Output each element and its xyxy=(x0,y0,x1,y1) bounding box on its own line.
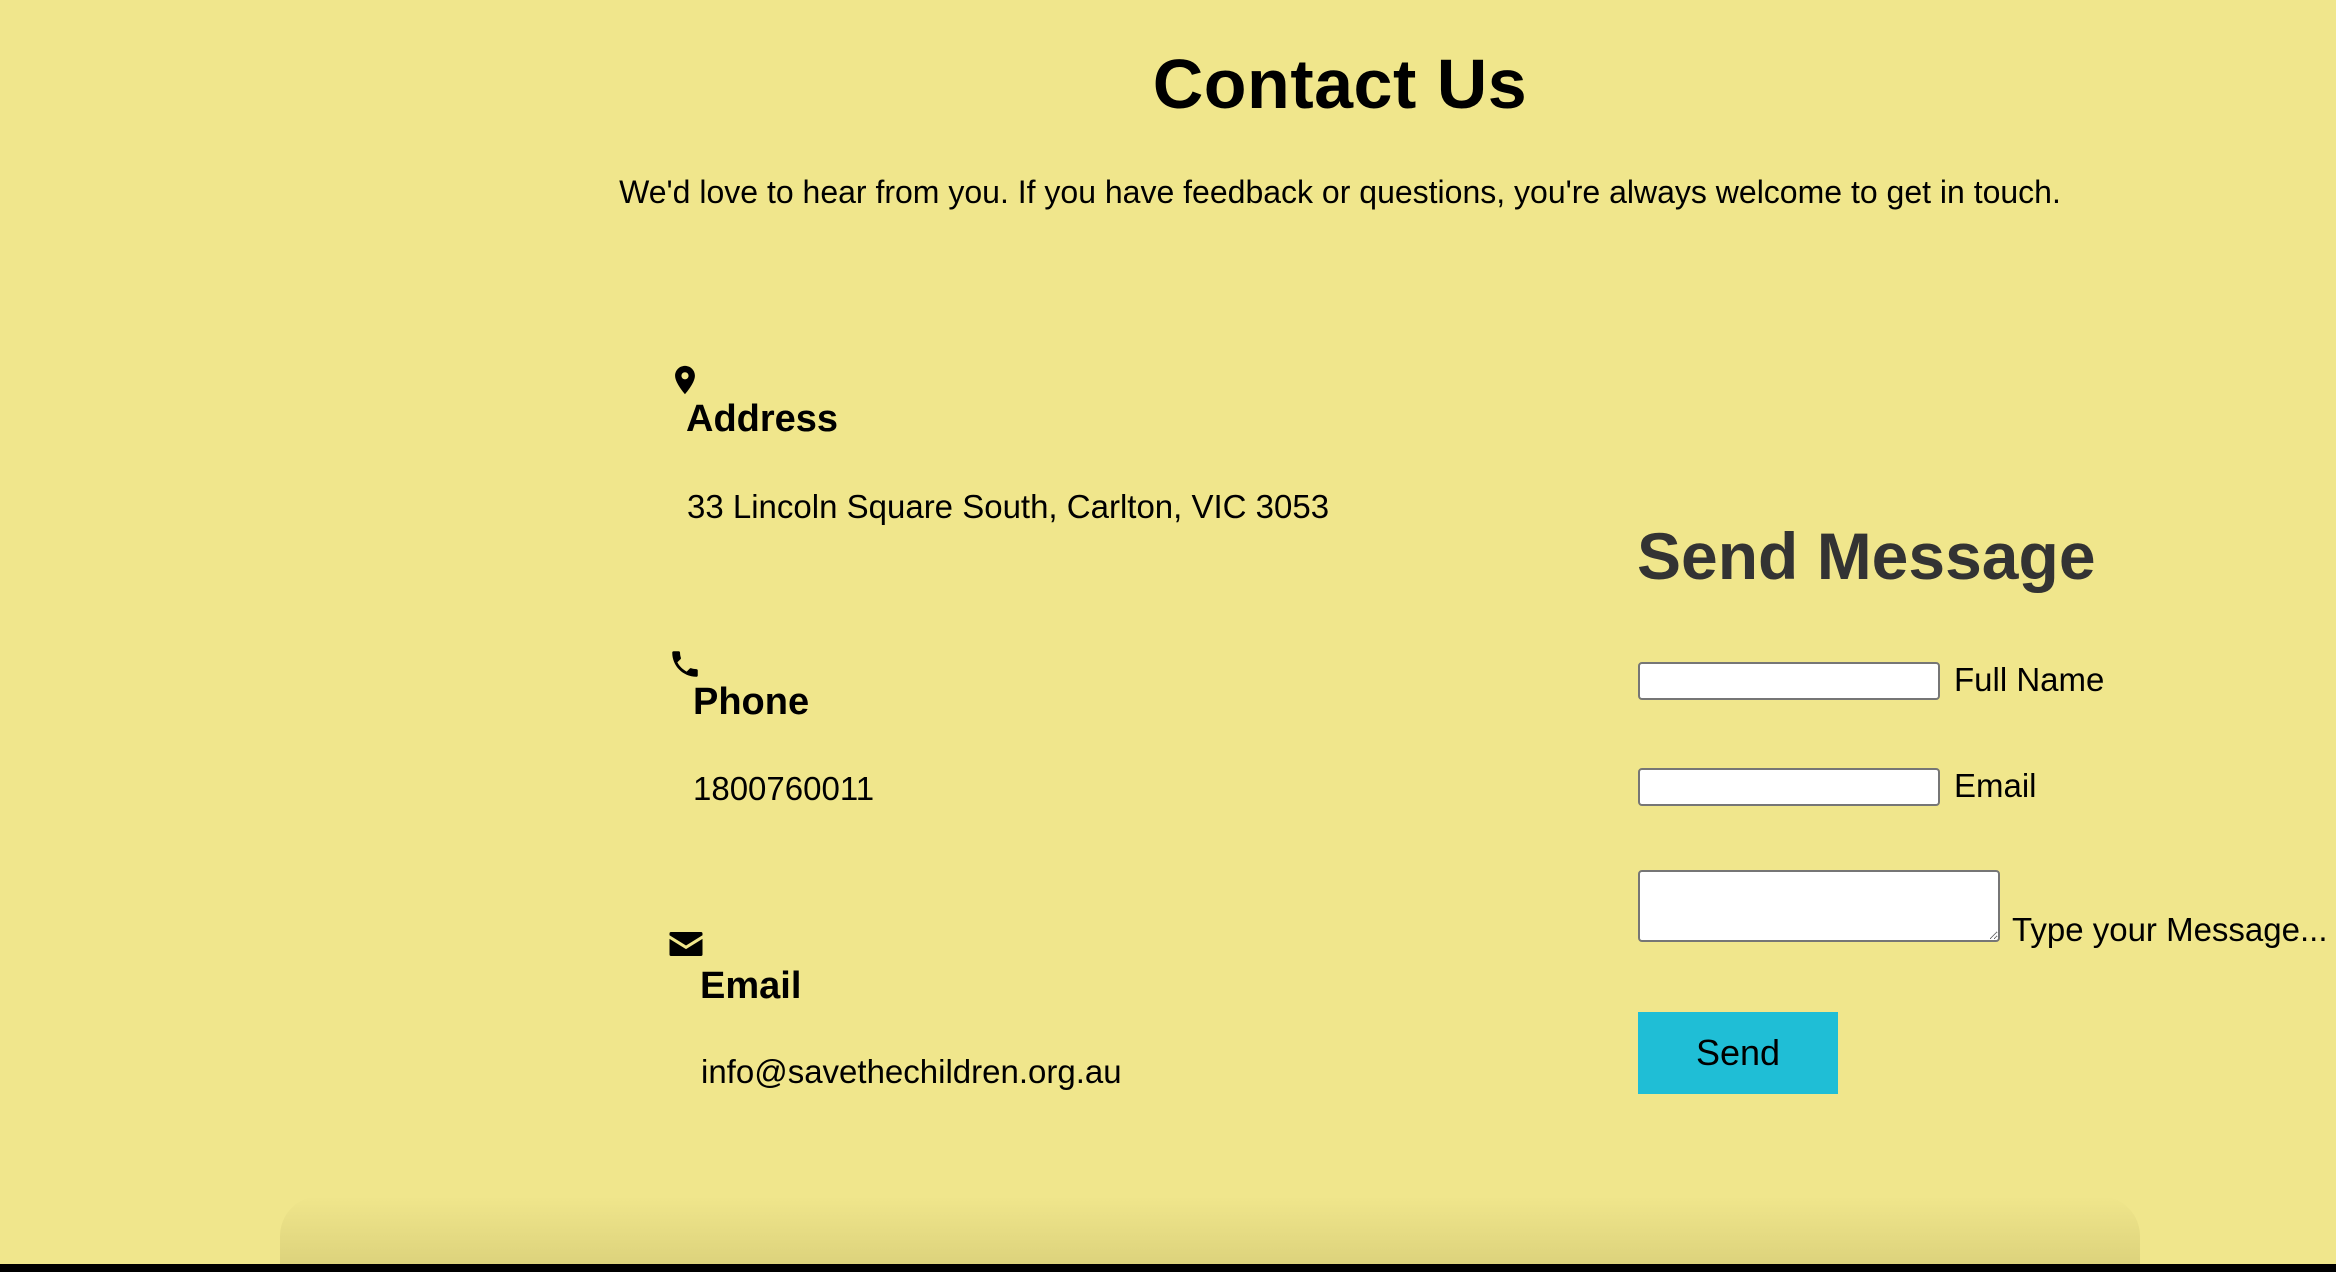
email-value: info@savethechildren.org.au xyxy=(701,1053,1122,1090)
bottom-edge xyxy=(0,1264,2336,1272)
send-button[interactable]: Send xyxy=(1638,1012,1838,1094)
bottom-shadow xyxy=(280,1196,2140,1272)
email-input[interactable] xyxy=(1638,768,1940,806)
email-heading: Email xyxy=(700,965,802,1007)
map-marker-icon xyxy=(668,363,702,397)
intro-text: We'd love to hear from you. If you have … xyxy=(619,174,2061,210)
page-title: Contact Us xyxy=(1152,45,1528,123)
email-label: Email xyxy=(1954,767,2037,804)
phone-value: 1800760011 xyxy=(693,770,875,807)
full-name-input[interactable] xyxy=(1638,662,1940,700)
message-textarea[interactable] xyxy=(1638,870,2000,942)
phone-icon xyxy=(668,647,702,681)
phone-heading: Phone xyxy=(693,681,810,723)
full-name-label: Full Name xyxy=(1954,661,2105,698)
address-heading: Address xyxy=(686,398,839,440)
envelope-icon xyxy=(668,929,704,959)
address-value: 33 Lincoln Square South, Carlton, VIC 30… xyxy=(687,488,1330,525)
message-label: Type your Message... xyxy=(2012,911,2328,948)
form-title: Send Message xyxy=(1637,519,2096,593)
